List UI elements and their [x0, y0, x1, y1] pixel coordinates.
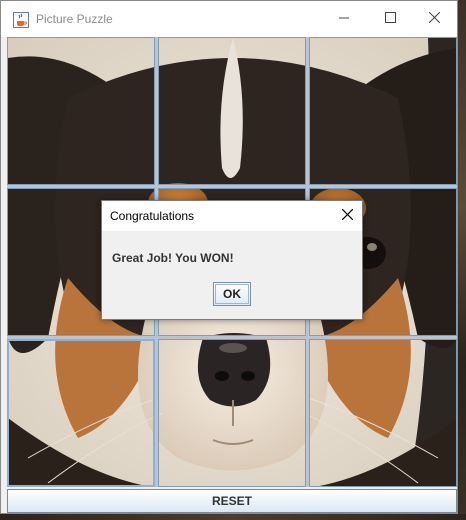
- dialog-message: Great Job! You WON!: [112, 251, 234, 265]
- java-cup-icon: [13, 12, 29, 28]
- title-bar[interactable]: Picture Puzzle: [1, 1, 457, 37]
- dialog-title: Congratulations: [110, 209, 195, 223]
- puzzle-tile[interactable]: [158, 37, 306, 185]
- puzzle-tile[interactable]: [309, 339, 457, 487]
- close-icon: [428, 10, 440, 28]
- puzzle-tile-selected[interactable]: [7, 339, 155, 487]
- window-title: Picture Puzzle: [36, 12, 113, 26]
- close-icon: [341, 207, 353, 225]
- maximize-button[interactable]: [367, 1, 413, 37]
- minimize-button[interactable]: [321, 1, 367, 37]
- maximize-icon: [384, 10, 396, 28]
- puzzle-tile[interactable]: [309, 37, 457, 185]
- dialog-title-bar[interactable]: Congratulations: [102, 201, 362, 231]
- puzzle-tile[interactable]: [158, 339, 306, 487]
- close-button[interactable]: [411, 1, 457, 37]
- ok-button[interactable]: OK: [213, 282, 251, 306]
- minimize-icon: [339, 10, 349, 28]
- puzzle-tile[interactable]: [7, 37, 155, 185]
- desktop-background-strip: [0, 514, 466, 520]
- congratulations-dialog: Congratulations Great Job! You WON! OK: [101, 200, 363, 320]
- dialog-close-button[interactable]: [332, 201, 362, 231]
- reset-button[interactable]: RESET: [7, 489, 457, 513]
- desktop-background: [458, 0, 466, 520]
